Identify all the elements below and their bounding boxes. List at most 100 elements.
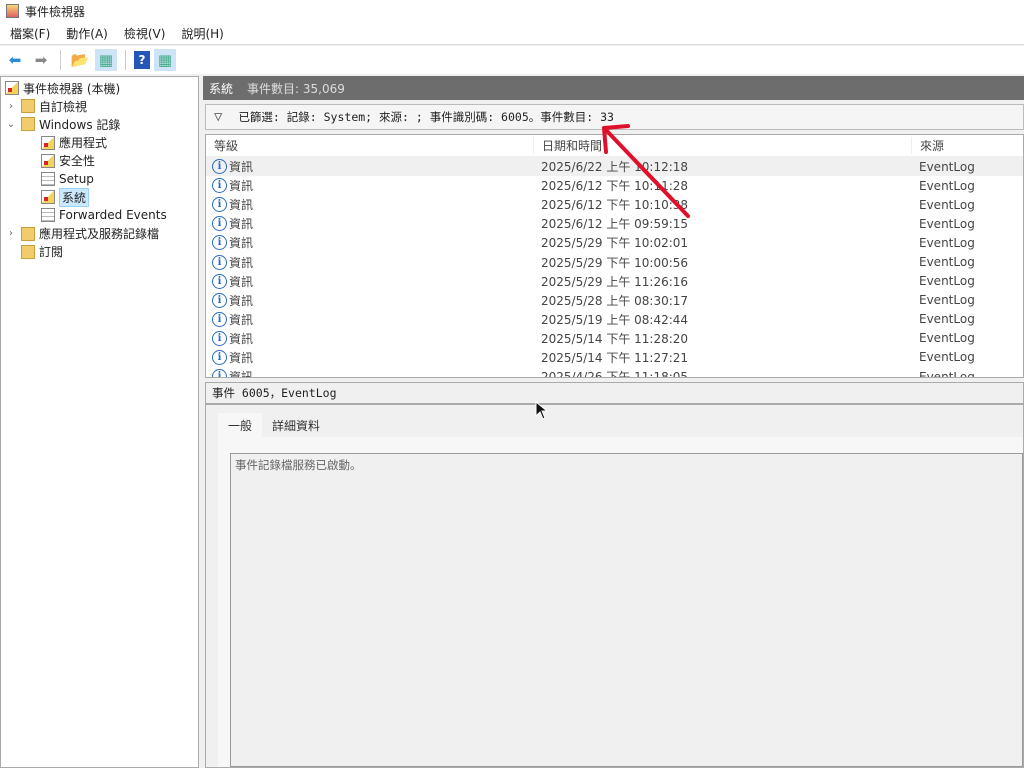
table-row[interactable]: i 資訊 2025/6/12 上午 09:59:15 EventLog (206, 214, 1023, 233)
tab-details[interactable]: 詳細資料 (262, 413, 330, 437)
log-icon (41, 153, 55, 168)
datetime-cell: 2025/6/22 上午 10:12:18 (541, 160, 689, 175)
column-level[interactable]: 等級 (206, 137, 533, 154)
table-row[interactable]: i 資訊 2025/5/29 上午 11:26:16 EventLog (206, 272, 1023, 291)
event-viewer-icon (6, 4, 19, 18)
mouse-cursor-icon (535, 401, 549, 420)
main-pane: 系統 事件數目: 35,069 ▽ 已篩選: 記錄: System; 來源: ;… (203, 76, 1024, 768)
source-cell: EventLog (919, 216, 975, 231)
event-viewer-icon (5, 81, 19, 96)
event-list[interactable]: 等級 日期和時間 來源 i 資訊 2025/6/22 上午 10:12:18 Even… (205, 134, 1024, 378)
table-row[interactable]: i 資訊 2025/5/28 上午 08:30:17 EventLog (206, 291, 1023, 310)
tree-root[interactable]: 事件檢視器 (本機) (5, 79, 194, 97)
level-text: 資訊 (229, 255, 254, 270)
level-cell: i 資訊 (206, 196, 533, 213)
folder-icon (21, 99, 35, 114)
datetime-cell: 2025/5/14 下午 11:27:21 (541, 350, 689, 365)
datetime-cell: 2025/6/12 上午 09:59:15 (541, 217, 689, 232)
datetime-cell: 2025/5/29 上午 11:26:16 (541, 274, 689, 289)
tab-body: 事件記錄檔服務已啟動。 (218, 437, 1023, 767)
table-row[interactable]: i 資訊 2025/6/12 下午 10:11:28 EventLog (206, 176, 1023, 195)
source-cell: EventLog (919, 331, 975, 346)
column-headers: 等級 日期和時間 來源 (206, 135, 1023, 157)
tree-log-system[interactable]: 系統 (5, 187, 194, 207)
log-title: 系統 (209, 81, 234, 96)
info-icon: i (212, 292, 227, 308)
chevron-right-icon[interactable]: › (5, 228, 17, 239)
table-row[interactable]: i 資訊 2025/5/19 上午 08:42:44 EventLog (206, 310, 1023, 329)
tree-log-security[interactable]: 安全性 (5, 152, 194, 170)
log-header: 系統 事件數目: 35,069 (203, 76, 1024, 100)
info-icon: i (212, 159, 227, 175)
log-icon (41, 135, 55, 150)
tree-windows-logs[interactable]: ⌄ Windows 記錄 (5, 115, 194, 133)
tree-custom-views[interactable]: › 自訂檢視 (5, 97, 194, 115)
level-cell: i 資訊 (206, 368, 533, 377)
info-icon: i (212, 273, 227, 289)
table-row[interactable]: i 資訊 2025/5/14 下午 11:27:21 EventLog (206, 348, 1023, 367)
info-icon: i (212, 349, 227, 365)
show-hide-action-pane-icon[interactable]: ▦ (154, 49, 176, 71)
log-icon (41, 208, 55, 223)
forward-icon[interactable]: ➡ (30, 49, 52, 71)
level-cell: i 資訊 (206, 234, 533, 251)
source-cell: EventLog (919, 197, 975, 212)
level-cell: i 資訊 (206, 311, 533, 328)
subscription-icon (21, 244, 35, 259)
level-cell: i 資訊 (206, 215, 533, 232)
log-icon (41, 190, 55, 205)
info-icon: i (212, 254, 227, 270)
tree-app-service-logs[interactable]: › 應用程式及服務記錄檔 (5, 225, 194, 243)
tree-log-application[interactable]: 應用程式 (5, 134, 194, 152)
column-datetime[interactable]: 日期和時間 (533, 137, 911, 154)
tree-subscriptions[interactable]: 訂閱 (5, 243, 194, 261)
datetime-cell: 2025/6/12 下午 10:10:38 (541, 198, 689, 213)
table-row[interactable]: i 資訊 2025/5/29 下午 10:00:56 EventLog (206, 252, 1023, 271)
help-icon[interactable]: ? (134, 51, 150, 69)
datetime-cell: 2025/4/26 下午 11:18:05 (541, 370, 689, 378)
info-icon: i (212, 369, 227, 377)
chevron-down-icon[interactable]: ⌄ (5, 119, 17, 130)
level-cell: i 資訊 (206, 330, 533, 347)
detail-tabs: 一般 詳細資料 (218, 413, 330, 437)
back-icon[interactable]: ⬅ (4, 49, 26, 71)
level-text: 資訊 (229, 179, 254, 194)
column-source[interactable]: 來源 (911, 137, 944, 154)
source-cell: EventLog (919, 293, 975, 308)
table-row[interactable]: i 資訊 2025/4/26 下午 11:18:05 EventLog (206, 367, 1023, 378)
show-hide-console-tree-icon[interactable]: ▦ (95, 49, 117, 71)
title-bar: 事件檢視器 (0, 0, 1024, 22)
level-cell: i 資訊 (206, 177, 533, 194)
level-cell: i 資訊 (206, 254, 533, 271)
source-cell: EventLog (919, 369, 975, 378)
level-text: 資訊 (229, 236, 254, 251)
chevron-right-icon[interactable]: › (5, 101, 17, 112)
tree-log-forwarded-events[interactable]: Forwarded Events (5, 206, 194, 224)
datetime-cell: 2025/5/29 下午 10:00:56 (541, 255, 689, 270)
tree-log-setup[interactable]: Setup (5, 170, 194, 188)
menu-action[interactable]: 動作(A) (66, 25, 108, 42)
folder-icon (21, 117, 35, 132)
info-icon: i (212, 330, 227, 346)
menu-help[interactable]: 說明(H) (181, 25, 223, 42)
event-count: 事件數目: 35,069 (247, 81, 345, 96)
console-tree: 事件檢視器 (本機) › 自訂檢視 ⌄ Windows 記錄 應用程式 安全性 Se… (0, 76, 199, 768)
datetime-cell: 2025/5/29 下午 10:02:01 (541, 236, 689, 251)
level-text: 資訊 (229, 198, 254, 213)
level-text: 資訊 (229, 293, 254, 308)
event-detail-pane: 事件 6005，EventLog 一般 詳細資料 事件記錄檔服務已啟動。 (205, 382, 1024, 768)
table-row[interactable]: i 資訊 2025/6/22 上午 10:12:18 EventLog (206, 157, 1023, 177)
up-folder-icon[interactable]: 📂 (69, 49, 91, 71)
datetime-cell: 2025/5/28 上午 08:30:17 (541, 293, 689, 308)
menu-view[interactable]: 檢視(V) (124, 25, 166, 42)
tab-general[interactable]: 一般 (218, 413, 263, 437)
table-row[interactable]: i 資訊 2025/5/14 下午 11:28:20 EventLog (206, 329, 1023, 348)
table-row[interactable]: i 資訊 2025/5/29 下午 10:02:01 EventLog (206, 233, 1023, 252)
table-row[interactable]: i 資訊 2025/6/12 下午 10:10:38 EventLog (206, 195, 1023, 214)
source-cell: EventLog (919, 312, 975, 327)
filter-icon: ▽ (214, 109, 223, 125)
menu-file[interactable]: 檔案(F) (10, 25, 50, 42)
info-icon: i (212, 235, 227, 251)
menu-bar: 檔案(F) 動作(A) 檢視(V) 說明(H) (0, 22, 1024, 45)
level-text: 資訊 (229, 312, 254, 327)
